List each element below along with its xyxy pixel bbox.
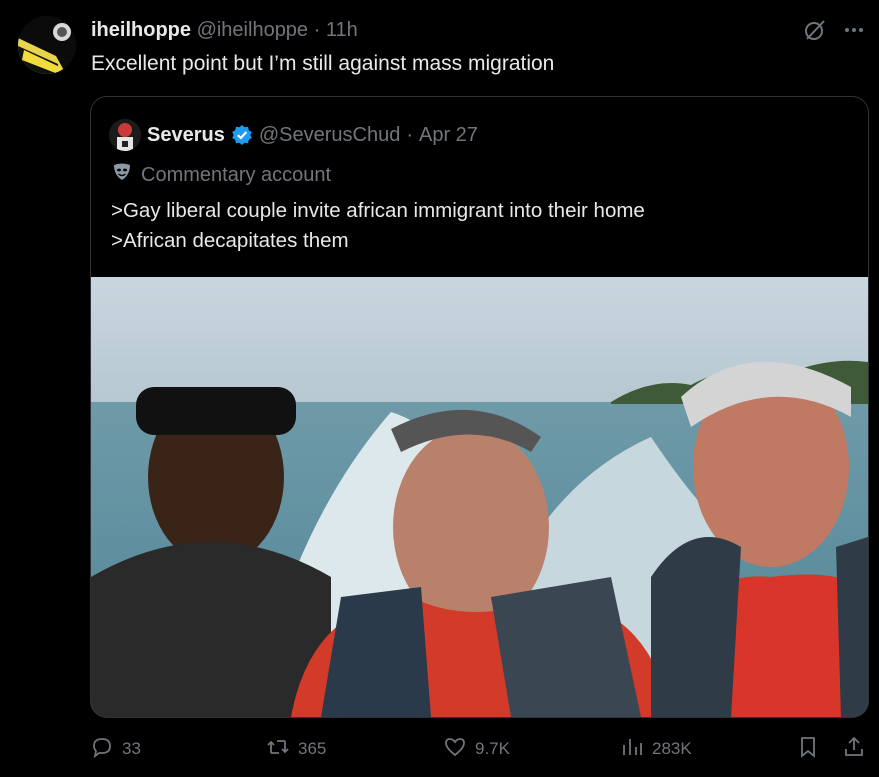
quote-media-photo[interactable]	[91, 277, 868, 717]
reply-count: 33	[122, 739, 141, 758]
bookmark-button[interactable]	[796, 733, 820, 765]
tweet-actions: 33 365 9.7K 283K	[90, 733, 867, 765]
like-button[interactable]: 9.7K	[443, 733, 510, 765]
quote-author-handle: @SeverusChud	[258, 123, 401, 146]
quote-line-2: >African decapitates them	[111, 229, 349, 252]
repost-count: 365	[298, 739, 327, 758]
share-button[interactable]	[842, 733, 866, 765]
heart-icon	[443, 735, 467, 764]
views-icon	[620, 735, 644, 764]
reply-icon	[90, 735, 114, 764]
quote-author-name: Severus	[147, 123, 225, 146]
repost-icon	[266, 735, 290, 764]
views-button[interactable]: 283K	[620, 733, 692, 765]
more-icon[interactable]	[843, 19, 865, 41]
quote-separator: ·	[406, 123, 413, 146]
verified-badge-icon	[231, 124, 253, 146]
views-count: 283K	[652, 739, 692, 758]
quote-header: Severus @SeverusChud · Apr 27	[109, 119, 478, 151]
header-separator: ·	[313, 19, 321, 41]
quote-date: Apr 27	[419, 123, 478, 146]
commentary-label-text: Commentary account	[141, 163, 332, 186]
bookmark-icon	[796, 735, 820, 764]
author-avatar[interactable]	[18, 16, 76, 74]
quoted-tweet[interactable]: Severus @SeverusChud · Apr 27 Commentary…	[90, 96, 869, 718]
share-icon	[842, 735, 866, 764]
repost-button[interactable]: 365	[266, 733, 326, 765]
like-count: 9.7K	[475, 739, 510, 758]
author-name[interactable]: iheilhoppe	[91, 19, 191, 41]
tweet-time[interactable]: 11h	[326, 19, 358, 41]
tweet-header: iheilhoppe @iheilhoppe · 11h	[91, 19, 358, 42]
mask-icon	[111, 161, 133, 189]
grok-icon[interactable]	[803, 18, 827, 42]
commentary-label: Commentary account	[111, 161, 331, 189]
quote-line-1: >Gay liberal couple invite african immig…	[111, 199, 645, 222]
reply-button[interactable]: 33	[90, 733, 141, 765]
tweet-text: Excellent point but I’m still against ma…	[91, 52, 555, 75]
quote-avatar	[109, 119, 141, 151]
quote-text: >Gay liberal couple invite african immig…	[111, 196, 645, 256]
author-handle[interactable]: @iheilhoppe	[197, 19, 309, 41]
tweet-top-actions	[803, 18, 865, 42]
